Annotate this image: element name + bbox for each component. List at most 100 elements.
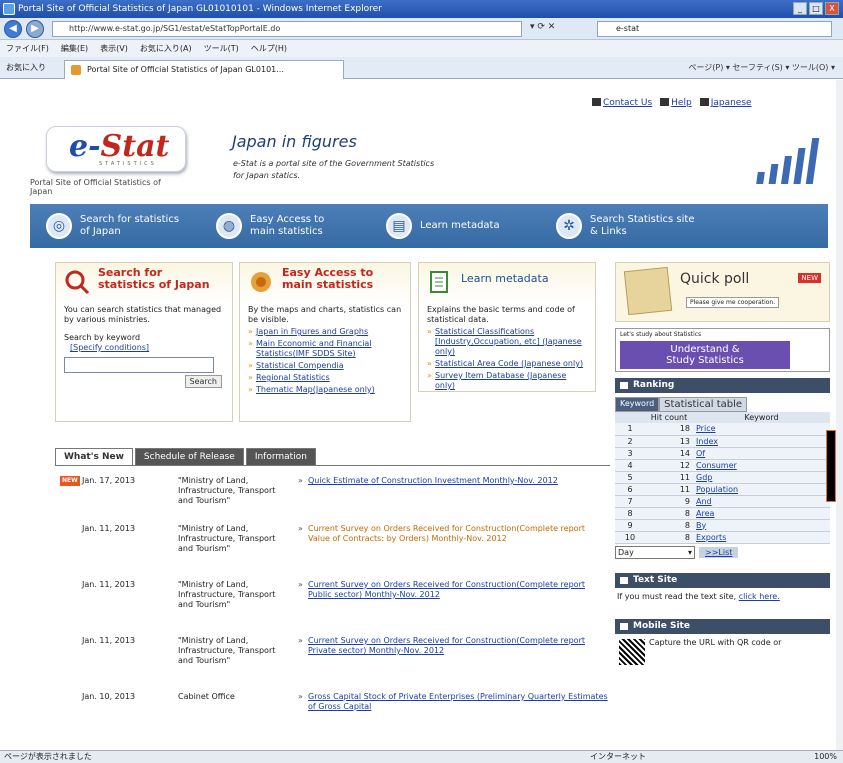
maximize-button[interactable]: □: [809, 2, 823, 15]
news-org: "Ministry of Land, Infrastructure, Trans…: [178, 524, 276, 553]
search-button[interactable]: Search: [184, 375, 222, 388]
magnifier-icon: ◎: [46, 213, 72, 239]
ranking-period-select[interactable]: Day: [615, 545, 695, 559]
nav-learn-metadata[interactable]: ▤ Learn metadata: [370, 204, 540, 248]
japanese-link[interactable]: Japanese: [711, 98, 752, 108]
globe-icon: ◍: [216, 213, 242, 239]
easy-box-title2: main statistics: [282, 278, 374, 291]
news-title-link[interactable]: Quick Estimate of Construction Investmen…: [298, 476, 608, 486]
statistical-compendia-link[interactable]: Statistical Compendia: [248, 361, 402, 371]
nav-label: Search Statistics site & Links: [590, 214, 695, 237]
page-viewport: Contact Us Help Japanese e-Stat STATISTI…: [0, 80, 836, 750]
rank-hit-count: 8: [645, 519, 693, 532]
rank-hit-count: 11: [645, 483, 693, 496]
rank-number: 3: [615, 447, 645, 460]
ranking-row: 9 8 By: [615, 519, 830, 532]
search-box-desc: You can search statistics that managed b…: [64, 305, 222, 324]
menu-help[interactable]: ヘルプ(H): [251, 40, 287, 57]
rank-keyword-link[interactable]: Area: [693, 507, 830, 520]
news-org: "Ministry of Land, Infrastructure, Trans…: [178, 580, 276, 609]
back-arrow-icon[interactable]: ◀: [4, 20, 22, 38]
contact-us-link[interactable]: Contact Us: [603, 98, 652, 108]
forward-arrow-icon[interactable]: ▶: [26, 20, 44, 38]
rank-keyword-link[interactable]: Exports: [693, 531, 830, 544]
vertical-scrollbar[interactable]: [836, 80, 843, 750]
news-title-link[interactable]: Current Survey on Orders Received for Co…: [298, 524, 608, 544]
nav-search-links[interactable]: ✲ Search Statistics site & Links: [540, 204, 730, 248]
rank-keyword-link[interactable]: Population: [693, 483, 830, 496]
imf-sdds-link[interactable]: Main Economic and Financial Statistics(I…: [248, 339, 402, 359]
rank-keyword-link[interactable]: By: [693, 519, 830, 532]
specify-conditions-link[interactable]: [Specify conditions]: [64, 343, 224, 353]
desc-line2: for Japan statics.: [233, 171, 301, 180]
estat-logo[interactable]: e-Stat STATISTICS: [46, 126, 186, 172]
study-line2: Study Statistics: [666, 355, 744, 366]
rank-keyword-link[interactable]: Price: [693, 423, 830, 436]
learn-metadata-box: Learn metadata Explains the basic terms …: [418, 262, 596, 392]
menu-view[interactable]: 表示(V): [100, 40, 128, 57]
news-title-link[interactable]: Current Survey on Orders Received for Co…: [298, 580, 608, 600]
thematic-map-link[interactable]: Thematic Map(Japanese only): [248, 385, 402, 395]
zoom-level[interactable]: 100%: [814, 751, 837, 763]
menu-tools[interactable]: ツール(T): [204, 40, 239, 57]
help-link[interactable]: Help: [671, 98, 692, 108]
command-bar[interactable]: ページ(P) ▾ セーフティ(S) ▾ ツール(O) ▾: [688, 62, 835, 73]
refresh-stop-icons[interactable]: ▾ ⟳ ✕: [530, 22, 555, 32]
menu-edit[interactable]: 編集(E): [61, 40, 88, 57]
news-org: "Ministry of Land, Infrastructure, Trans…: [178, 636, 276, 665]
rank-hit-count: 8: [645, 507, 693, 520]
learn-box-desc: Explains the basic terms and code of sta…: [427, 305, 575, 324]
statistical-classifications-link[interactable]: Statistical Classifications [Industry,Oc…: [427, 327, 587, 357]
ranking-tab-table[interactable]: Statistical table: [659, 397, 748, 412]
col-hit-count: Hit count: [645, 412, 693, 423]
news-date: Jan. 11, 2013: [82, 580, 136, 589]
rank-hit-count: 11: [645, 471, 693, 484]
qr-code: [619, 638, 645, 665]
search-box-title2: statistics of Japan: [98, 278, 210, 291]
side-panel-tab[interactable]: [826, 430, 836, 502]
address-input[interactable]: http://www.e-stat.go.jp/SG1/estat/eStatT…: [52, 21, 522, 37]
menu-file[interactable]: ファイル(F): [6, 40, 49, 57]
ranking-list-link[interactable]: >>List: [699, 546, 739, 558]
survey-item-database-link[interactable]: Survey Item Database (Japanese only): [427, 371, 587, 391]
portal-site-label: Portal Site of Official Statistics of Ja…: [30, 178, 161, 196]
site-header: e-Stat STATISTICS Portal Site of Officia…: [30, 112, 828, 204]
statistical-area-code-link[interactable]: Statistical Area Code (Japanese only): [427, 359, 587, 369]
keyword-search-input[interactable]: [64, 357, 214, 373]
rank-keyword-link[interactable]: And: [693, 495, 830, 508]
rank-number: 10: [615, 531, 645, 544]
nav-easy-access[interactable]: ◍ Easy Access to main statistics: [200, 204, 370, 248]
browser-tab[interactable]: Portal Site of Official Statistics of Ja…: [64, 60, 344, 79]
poll-new-badge: NEW: [798, 273, 821, 283]
rank-keyword-link[interactable]: Index: [693, 435, 830, 448]
rank-keyword-link[interactable]: Gdp: [693, 471, 830, 484]
favicon-icon: [71, 65, 81, 75]
logo-sub: STATISTICS: [99, 161, 157, 167]
news-title-link[interactable]: Gross Capital Stock of Private Enterpris…: [298, 692, 608, 712]
ranking-row: 7 9 And: [615, 495, 830, 508]
quick-poll-banner[interactable]: Quick poll NEW Please give me cooperatio…: [615, 262, 830, 322]
menu-favorites[interactable]: お気に入り(A): [140, 40, 192, 57]
mobile-site-desc: Capture the URL with QR code or: [649, 637, 782, 647]
text-site-link[interactable]: click here.: [739, 592, 780, 601]
news-date: Jan. 11, 2013: [82, 524, 136, 533]
browser-search-input[interactable]: e-stat: [597, 21, 832, 37]
regional-statistics-link[interactable]: Regional Statistics: [248, 373, 402, 383]
rank-keyword-link[interactable]: Of: [693, 447, 830, 460]
rank-hit-count: 9: [645, 495, 693, 508]
rank-keyword-link[interactable]: Consumer: [693, 459, 830, 472]
favorites-button[interactable]: お気に入り: [6, 62, 46, 73]
ranking-tab-keyword[interactable]: Keyword: [615, 397, 660, 412]
news-title-link[interactable]: Current Survey on Orders Received for Co…: [298, 636, 608, 656]
tab-whats-new[interactable]: What's New: [55, 448, 133, 466]
close-button[interactable]: X: [825, 2, 839, 15]
nav-label: Easy Access to main statistics: [250, 214, 325, 237]
nav-search-statistics[interactable]: ◎ Search for statistics of Japan: [30, 204, 200, 248]
study-statistics-banner[interactable]: Let's study about Statistics Understand …: [615, 328, 830, 372]
ranking-table: Hit count Keyword 1 18 Price 2 13 Index 3 14 Of 4 1…: [615, 412, 830, 544]
tab-schedule-of-release[interactable]: Schedule of Release: [134, 448, 244, 466]
rank-number: 6: [615, 483, 645, 496]
japan-in-figures-link[interactable]: Japan in Figures and Graphs: [248, 327, 402, 337]
tab-information[interactable]: Information: [245, 448, 316, 466]
minimize-button[interactable]: _: [793, 2, 807, 15]
